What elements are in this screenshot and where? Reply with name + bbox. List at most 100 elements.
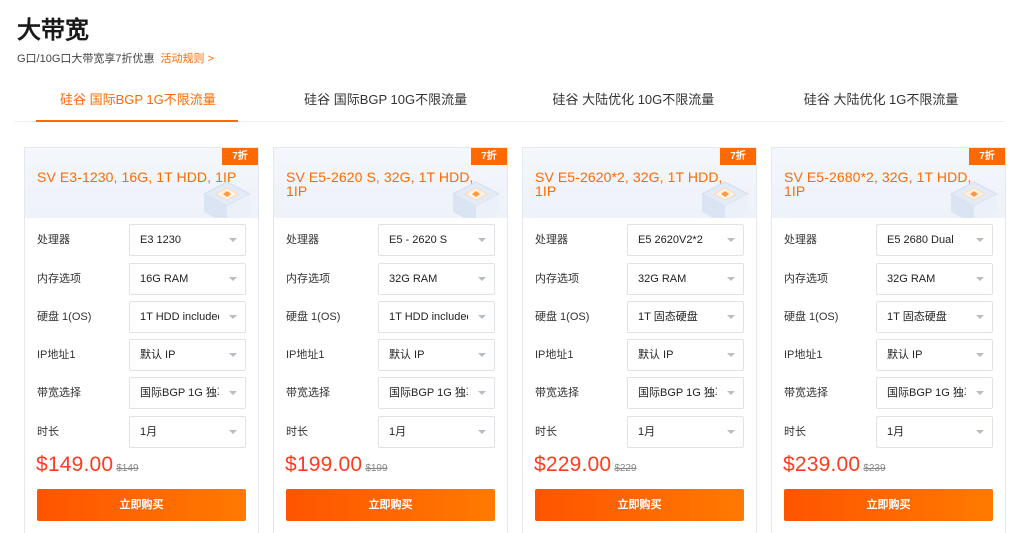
chevron-down-icon [478, 315, 486, 319]
disk-select[interactable]: 1T HDD included [378, 301, 495, 333]
option-row-cpu: 处理器 E5 2680 Dual [784, 224, 993, 256]
chevron-down-icon [478, 391, 486, 395]
option-label: 硬盘 1(OS) [784, 311, 839, 323]
ip-select[interactable]: 默认 IP [876, 339, 993, 371]
option-label: 带宽选择 [37, 387, 81, 399]
option-label: 带宽选择 [286, 387, 330, 399]
option-label: 处理器 [37, 234, 70, 246]
original-price: $199 [365, 463, 388, 474]
cpu-select[interactable]: E5 - 2620 S [378, 224, 495, 256]
buy-now-button[interactable]: 立即购买 [784, 489, 993, 521]
option-row-ip: IP地址1 默认 IP [286, 339, 495, 371]
option-row-disk: 硬盘 1(OS) 1T HDD included [37, 301, 246, 333]
selected-value: 默认 IP [389, 349, 425, 361]
tab-sv-cn-10g[interactable]: 硅谷 大陆优化 10G不限流量 [510, 82, 758, 121]
server-cube-icon [202, 181, 252, 218]
memory-select[interactable]: 32G RAM [876, 263, 993, 295]
chevron-down-icon [976, 277, 984, 281]
discount-badge: 7折 [222, 148, 258, 165]
original-price: $149 [116, 463, 139, 474]
buy-now-button[interactable]: 立即购买 [535, 489, 744, 521]
option-row-memory: 内存选项 32G RAM [286, 263, 495, 295]
selected-value: E5 - 2620 S [389, 234, 448, 246]
chevron-down-icon [478, 430, 486, 434]
duration-select[interactable]: 1月 [627, 416, 744, 448]
chevron-down-icon [727, 391, 735, 395]
option-label: 内存选项 [535, 273, 579, 285]
memory-select[interactable]: 16G RAM [129, 263, 246, 295]
chevron-down-icon [727, 430, 735, 434]
selected-value: 国际BGP 1G 独享 [140, 387, 219, 399]
bandwidth-select[interactable]: 国际BGP 1G 独享 [876, 377, 993, 409]
selected-value: 1T 固态硬盘 [887, 311, 947, 323]
buy-now-button[interactable]: 立即购买 [286, 489, 495, 521]
memory-select[interactable]: 32G RAM [627, 263, 744, 295]
chevron-down-icon [976, 353, 984, 357]
cpu-select[interactable]: E5 2680 Dual [876, 224, 993, 256]
option-row-cpu: 处理器 E5 2620V2*2 [535, 224, 744, 256]
option-label: 时长 [535, 426, 557, 438]
option-row-bandwidth: 带宽选择 国际BGP 1G 独享 [535, 377, 744, 409]
bandwidth-select[interactable]: 国际BGP 1G 独享 [627, 377, 744, 409]
price: $149.00 $149 [36, 453, 139, 477]
disk-select[interactable]: 1T 固态硬盘 [876, 301, 993, 333]
tab-sv-bgp-10g[interactable]: 硅谷 国际BGP 10G不限流量 [262, 82, 510, 121]
product-card: 7折 SV E5-2620 S, 32G, 1T HDD, 1IP 处理器 E5 - … [273, 147, 508, 533]
option-row-ip: IP地址1 默认 IP [535, 339, 744, 371]
option-row-duration: 时长 1月 [535, 416, 744, 448]
duration-select[interactable]: 1月 [129, 416, 246, 448]
price: $239.00 $239 [783, 453, 886, 477]
region-tabs: 硅谷 国际BGP 1G不限流量 硅谷 国际BGP 10G不限流量 硅谷 大陆优化… [14, 82, 1005, 122]
selected-value: 16G RAM [140, 273, 189, 285]
cpu-select[interactable]: E3 1230 [129, 224, 246, 256]
selected-value: 默认 IP [887, 349, 923, 361]
ip-select[interactable]: 默认 IP [627, 339, 744, 371]
option-label: 时长 [37, 426, 59, 438]
chevron-down-icon [727, 315, 735, 319]
chevron-down-icon [976, 391, 984, 395]
chevron-down-icon [229, 430, 237, 434]
ip-select[interactable]: 默认 IP [129, 339, 246, 371]
option-label: 带宽选择 [535, 387, 579, 399]
option-label: 处理器 [535, 234, 568, 246]
chevron-down-icon [229, 315, 237, 319]
option-row-bandwidth: 带宽选择 国际BGP 1G 独享 [784, 377, 993, 409]
chevron-down-icon [229, 353, 237, 357]
disk-select[interactable]: 1T HDD included [129, 301, 246, 333]
option-row-cpu: 处理器 E5 - 2620 S [286, 224, 495, 256]
disk-select[interactable]: 1T 固态硬盘 [627, 301, 744, 333]
bandwidth-select[interactable]: 国际BGP 1G 独享 [129, 377, 246, 409]
selected-value: 默认 IP [140, 349, 176, 361]
option-row-cpu: 处理器 E3 1230 [37, 224, 246, 256]
chevron-down-icon [478, 277, 486, 281]
promo-text: G口/10G口大带宽享7折优惠 [17, 53, 155, 65]
ip-select[interactable]: 默认 IP [378, 339, 495, 371]
memory-select[interactable]: 32G RAM [378, 263, 495, 295]
bandwidth-select[interactable]: 国际BGP 1G 独享 [378, 377, 495, 409]
selected-value: 国际BGP 1G 独享 [389, 387, 468, 399]
option-row-disk: 硬盘 1(OS) 1T 固态硬盘 [784, 301, 993, 333]
option-row-ip: IP地址1 默认 IP [784, 339, 993, 371]
duration-select[interactable]: 1月 [378, 416, 495, 448]
activity-rules-link[interactable]: 活动规则 > [161, 53, 214, 65]
discount-badge: 7折 [969, 148, 1005, 165]
current-price: $239.00 [783, 453, 861, 476]
buy-now-button[interactable]: 立即购买 [37, 489, 246, 521]
option-label: 硬盘 1(OS) [286, 311, 341, 323]
selected-value: E5 2680 Dual [887, 234, 954, 246]
duration-select[interactable]: 1月 [876, 416, 993, 448]
option-label: 硬盘 1(OS) [535, 311, 590, 323]
option-row-disk: 硬盘 1(OS) 1T HDD included [286, 301, 495, 333]
selected-value: 1月 [887, 426, 905, 438]
selected-value: E3 1230 [140, 234, 181, 246]
server-cube-icon [700, 181, 750, 218]
selected-value: 国际BGP 1G 独享 [887, 387, 966, 399]
selected-value: 国际BGP 1G 独享 [638, 387, 717, 399]
tab-sv-cn-1g[interactable]: 硅谷 大陆优化 1G不限流量 [757, 82, 1005, 121]
chevron-down-icon [478, 238, 486, 242]
current-price: $229.00 [534, 453, 612, 476]
cpu-select[interactable]: E5 2620V2*2 [627, 224, 744, 256]
tab-sv-bgp-1g[interactable]: 硅谷 国际BGP 1G不限流量 [14, 82, 262, 122]
option-label: 时长 [286, 426, 308, 438]
chevron-down-icon [727, 353, 735, 357]
